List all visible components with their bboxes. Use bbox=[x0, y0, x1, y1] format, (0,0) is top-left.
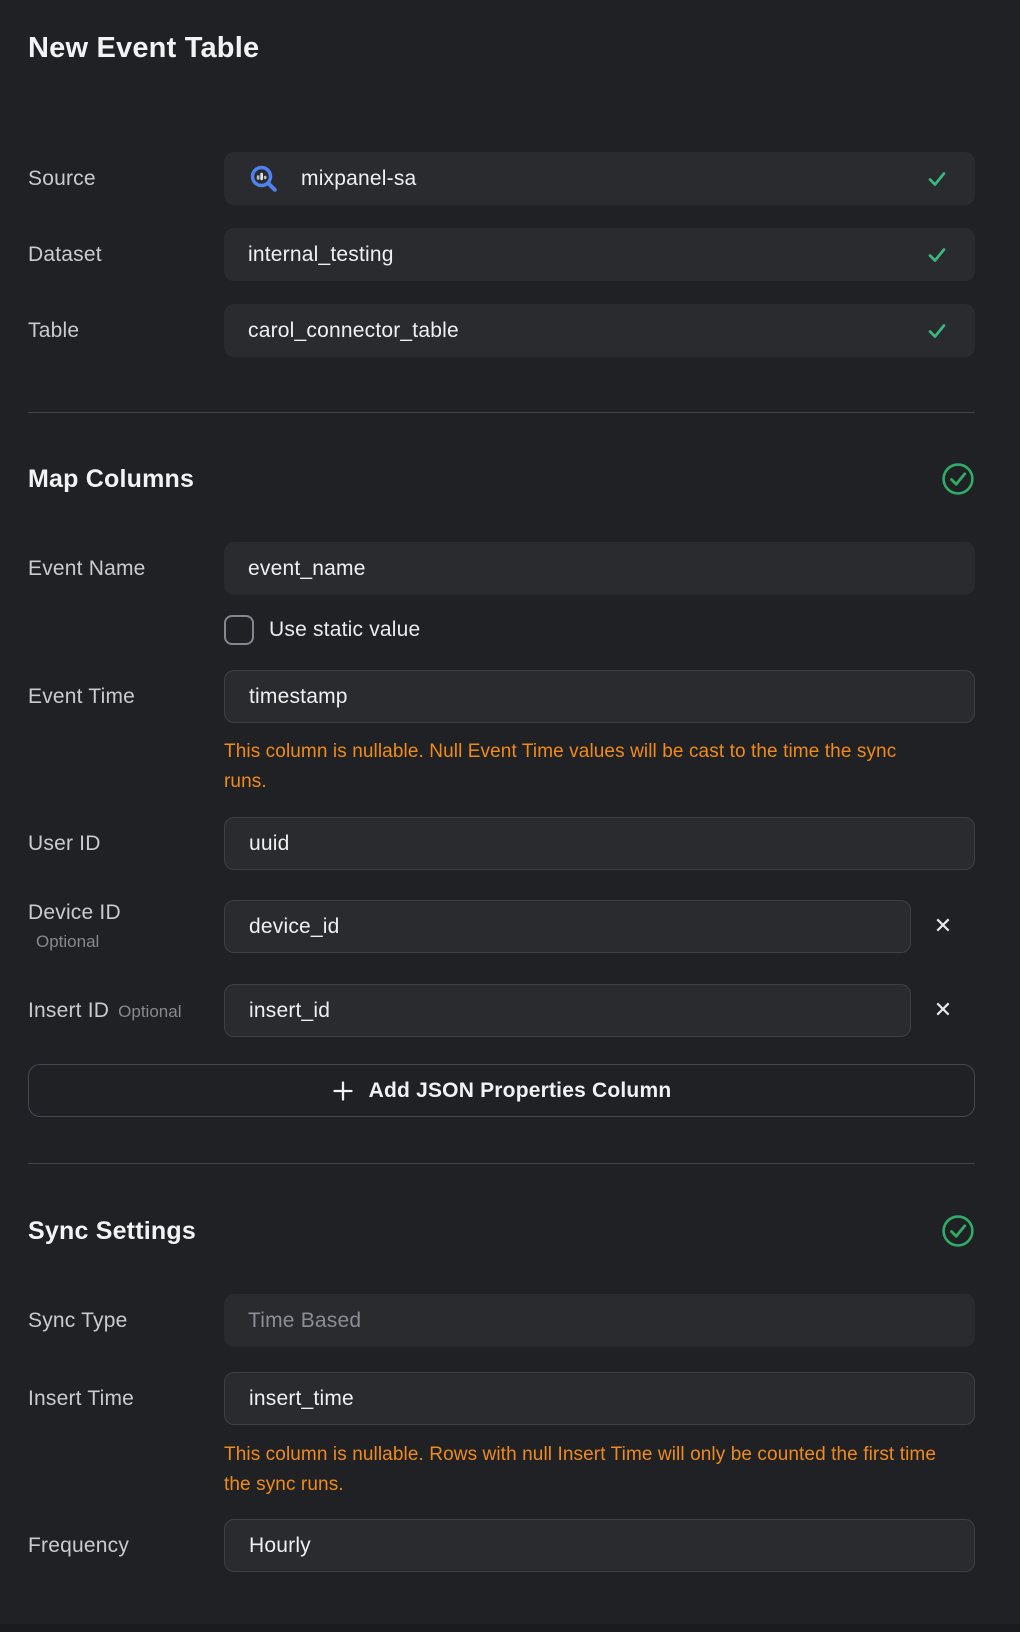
insert-time-row: Insert Time insert_time bbox=[28, 1372, 975, 1425]
user-id-label: User ID bbox=[28, 832, 101, 855]
source-select[interactable]: mixpanel-sa bbox=[224, 152, 975, 205]
bigquery-icon bbox=[248, 163, 280, 195]
event-name-value: event_name bbox=[248, 557, 366, 581]
frequency-value: Hourly bbox=[249, 1534, 311, 1558]
insert-time-select[interactable]: insert_time bbox=[224, 1372, 975, 1425]
frequency-select[interactable]: Hourly bbox=[224, 1519, 975, 1572]
sync-type-value: Time Based bbox=[248, 1309, 361, 1333]
event-time-nullable-warning: This column is nullable. Null Event Time… bbox=[224, 737, 944, 797]
insert-time-nullable-warning: This column is nullable. Rows with null … bbox=[224, 1440, 944, 1500]
event-name-row: Event Name event_name bbox=[28, 542, 975, 595]
insert-id-row: Insert ID Optional insert_id ✕ bbox=[28, 984, 975, 1037]
add-json-properties-button[interactable]: Add JSON Properties Column bbox=[28, 1064, 975, 1117]
add-json-properties-label: Add JSON Properties Column bbox=[369, 1079, 672, 1103]
section-divider bbox=[28, 1163, 975, 1164]
device-id-label: Device ID bbox=[28, 901, 121, 924]
clear-insert-id-button[interactable]: ✕ bbox=[930, 996, 956, 1026]
source-row: Source mixpanel-sa bbox=[28, 152, 975, 205]
insert-time-label: Insert Time bbox=[28, 1387, 134, 1410]
dataset-value: internal_testing bbox=[248, 243, 394, 267]
event-name-select[interactable]: event_name bbox=[224, 542, 975, 595]
table-value: carol_connector_table bbox=[248, 319, 459, 343]
frequency-row: Frequency Hourly bbox=[28, 1519, 975, 1572]
sync-type-select: Time Based bbox=[224, 1294, 975, 1347]
valid-check-icon bbox=[925, 243, 949, 267]
event-name-label: Event Name bbox=[28, 557, 146, 580]
sync-settings-header: Sync Settings bbox=[28, 1214, 975, 1248]
insert-time-value: insert_time bbox=[249, 1387, 354, 1411]
section-divider bbox=[28, 412, 975, 413]
use-static-value-checkbox[interactable] bbox=[224, 615, 254, 645]
valid-check-icon bbox=[925, 167, 949, 191]
close-icon: ✕ bbox=[934, 914, 952, 939]
bottom-edge-strip bbox=[0, 1624, 1020, 1632]
map-columns-title: Map Columns bbox=[28, 465, 194, 494]
frequency-label: Frequency bbox=[28, 1534, 129, 1557]
user-id-value: uuid bbox=[249, 832, 290, 856]
sync-settings-title: Sync Settings bbox=[28, 1217, 196, 1246]
table-label: Table bbox=[28, 319, 79, 342]
device-id-optional-tag: Optional bbox=[28, 932, 224, 952]
plus-icon bbox=[332, 1080, 354, 1102]
device-id-value: device_id bbox=[249, 915, 340, 939]
static-value-row: Use static value bbox=[224, 615, 975, 645]
clear-device-id-button[interactable]: ✕ bbox=[930, 912, 956, 942]
event-time-value: timestamp bbox=[249, 685, 348, 709]
valid-check-icon bbox=[925, 319, 949, 343]
map-columns-header: Map Columns bbox=[28, 462, 975, 496]
source-label: Source bbox=[28, 167, 96, 190]
dataset-label: Dataset bbox=[28, 243, 102, 266]
event-time-label: Event Time bbox=[28, 685, 135, 708]
close-icon: ✕ bbox=[934, 998, 952, 1023]
insert-id-select[interactable]: insert_id bbox=[224, 984, 911, 1037]
user-id-row: User ID uuid bbox=[28, 817, 975, 870]
insert-id-value: insert_id bbox=[249, 999, 330, 1023]
sync-type-label: Sync Type bbox=[28, 1309, 127, 1332]
dataset-row: Dataset internal_testing bbox=[28, 228, 975, 281]
device-id-row: Device ID Optional device_id ✕ bbox=[28, 900, 975, 953]
table-select[interactable]: carol_connector_table bbox=[224, 304, 975, 357]
source-value: mixpanel-sa bbox=[301, 167, 416, 191]
insert-id-label: Insert ID bbox=[28, 999, 109, 1023]
sync-type-row: Sync Type Time Based bbox=[28, 1294, 975, 1347]
insert-id-optional-tag: Optional bbox=[118, 1002, 181, 1022]
event-time-row: Event Time timestamp bbox=[28, 670, 975, 723]
device-id-select[interactable]: device_id bbox=[224, 900, 911, 953]
event-time-select[interactable]: timestamp bbox=[224, 670, 975, 723]
page-title: New Event Table bbox=[28, 33, 975, 63]
user-id-select[interactable]: uuid bbox=[224, 817, 975, 870]
section-complete-icon bbox=[941, 1214, 975, 1248]
section-complete-icon bbox=[941, 462, 975, 496]
table-row: Table carol_connector_table bbox=[28, 304, 975, 357]
new-event-table-form: New Event Table Source mixpanel-sa bbox=[0, 0, 1020, 1572]
use-static-value-label: Use static value bbox=[269, 618, 420, 642]
dataset-select[interactable]: internal_testing bbox=[224, 228, 975, 281]
